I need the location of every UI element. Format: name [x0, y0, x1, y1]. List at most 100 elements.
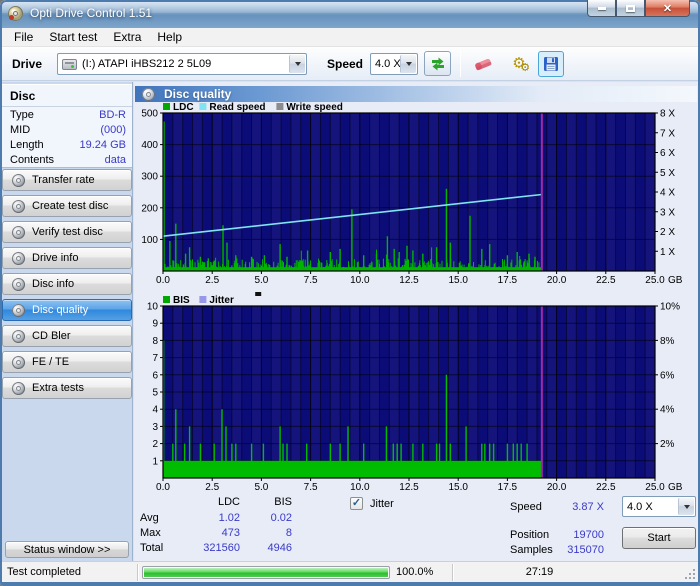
- sidebar-item-create-test-disc[interactable]: Create test disc: [2, 195, 132, 217]
- y-left-tick-label: 8: [152, 336, 158, 347]
- x-tick-label: 25.0: [645, 482, 665, 493]
- statusbar-separator: [452, 564, 454, 581]
- disc-contents-row: Contents data: [10, 154, 126, 168]
- speed-combobox-value: 4.0 X: [375, 58, 401, 70]
- chevron-down-icon: [405, 62, 412, 66]
- x-tick-label: 10.0: [350, 482, 370, 493]
- menu-item-help[interactable]: Help: [149, 28, 190, 46]
- disc-length-value: 19.24 GB: [79, 139, 126, 151]
- sidebar-item-label: Extra tests: [32, 382, 84, 394]
- jitter-checkbox[interactable]: ✓: [350, 497, 363, 510]
- quality-chart-bottom: BIS Jitter 0.0 2.5 5.0 7.5 10.0 12.5 15.0 17.5 20.…: [134, 288, 698, 494]
- speed-combobox-arrow[interactable]: [400, 55, 416, 73]
- legend-label: Read speed: [209, 102, 265, 113]
- speed-combobox[interactable]: 4.0 X: [370, 53, 418, 75]
- disc-quality-icon: [142, 87, 155, 101]
- x-tick-label: 2.5: [205, 275, 219, 286]
- x-tick-label: 7.5: [304, 482, 318, 493]
- erase-disc-button[interactable]: [468, 50, 498, 77]
- start-button[interactable]: Start: [622, 527, 696, 549]
- toolbar: Drive (I:) ATAPI iHBS212 2 5L09 Speed 4.…: [2, 47, 698, 81]
- speed-label: Speed: [327, 57, 364, 71]
- status-window-button[interactable]: Status window >>: [5, 541, 129, 558]
- y-right-tick-label: 10%: [660, 302, 680, 313]
- stats-avg-bis: 0.02: [270, 512, 292, 524]
- resize-grip[interactable]: [683, 567, 696, 580]
- menu-item-start-test[interactable]: Start test: [41, 28, 105, 46]
- position-value: 19700: [573, 529, 604, 541]
- y-right-tick-label: 8 X: [660, 109, 675, 120]
- x-tick-label: 5.0: [254, 482, 268, 493]
- stats-max-ldc: 473: [221, 527, 240, 539]
- sidebar-item-disc-quality[interactable]: Disc quality: [2, 299, 132, 321]
- legend-label: Jitter: [209, 295, 234, 306]
- x-tick-label: 17.5: [498, 275, 518, 286]
- y-right-tick-label: 2%: [660, 439, 675, 450]
- y-left-tick-label: 10: [147, 302, 159, 313]
- sidebar-item-disc-info[interactable]: Disc info: [2, 273, 132, 295]
- x-tick-label: 5.0: [254, 275, 268, 286]
- x-tick-label: 12.5: [399, 275, 419, 286]
- x-tick-label: 22.5: [596, 482, 616, 493]
- y-left-tick-label: 3: [152, 422, 158, 433]
- minimize-button[interactable]: [587, 0, 616, 17]
- status-message: Test completed: [7, 566, 81, 578]
- legend-label: BIS: [173, 295, 190, 306]
- checkmark-icon: ✓: [351, 496, 362, 509]
- y-left-tick-label: 7: [152, 353, 158, 364]
- progress-bar: [142, 566, 390, 579]
- stats-total-bis: 4946: [267, 542, 292, 554]
- x-tick-label: 20.0: [547, 482, 567, 493]
- x-tick-label: 22.5: [596, 275, 616, 286]
- drive-combobox-value: (I:) ATAPI iHBS212 2 5L09: [82, 58, 212, 70]
- menu-item-file[interactable]: File: [6, 28, 41, 46]
- statusbar: Test completed 100.0% 27:19: [2, 561, 698, 582]
- drive-combobox-arrow[interactable]: [289, 55, 305, 73]
- y-right-tick-label: 6 X: [660, 148, 675, 159]
- y-left-tick-label: 100: [141, 235, 158, 246]
- menu-item-extra[interactable]: Extra: [105, 28, 149, 46]
- y-right-tick-label: 7 X: [660, 128, 675, 139]
- sidebar-item-drive-info[interactable]: Drive info: [2, 247, 132, 269]
- sidebar-item-cd-bler[interactable]: CD Bler: [2, 325, 132, 347]
- sidebar-item-transfer-rate[interactable]: Transfer rate: [2, 169, 132, 191]
- stats-total-ldc: 321560: [203, 542, 240, 554]
- gears-icon: ⚙ ⚙: [512, 55, 531, 74]
- jitter-checkbox-label: Jitter: [370, 498, 394, 510]
- disc-type-label: Type: [10, 109, 34, 121]
- sidebar-item-extra-tests[interactable]: Extra tests: [2, 377, 132, 399]
- sidebar-item-fe-te[interactable]: FE / TE: [2, 351, 132, 373]
- disc-mid-row: MID (000): [10, 124, 126, 138]
- chevron-down-icon: [294, 62, 301, 66]
- chart-canvas: BIS Jitter 0.0 2.5 5.0 7.5 10.0 12.5 15.0 17.5 20.…: [147, 292, 683, 493]
- menubar: File Start test Extra Help: [2, 28, 698, 47]
- test-speed-arrow[interactable]: [678, 498, 694, 515]
- disc-icon: [12, 303, 25, 317]
- maximize-button[interactable]: [616, 0, 645, 17]
- test-speed-combobox[interactable]: 4.0 X: [622, 496, 696, 517]
- disc-contents-label: Contents: [10, 154, 55, 166]
- sidebar-item-label: Disc info: [32, 278, 75, 290]
- y-left-tick-label: 9: [152, 319, 158, 330]
- settings-button[interactable]: ⚙ ⚙: [504, 50, 534, 77]
- x-tick-label: 7.5: [304, 275, 318, 286]
- x-tick-label: 15.0: [448, 275, 468, 286]
- x-tick-label: 12.5: [399, 482, 419, 493]
- test-speed-value: 4.0 X: [627, 500, 653, 513]
- chevron-down-icon: [683, 504, 690, 509]
- save-button[interactable]: [538, 51, 564, 77]
- y-left-tick-label: 200: [141, 203, 158, 214]
- legend-label: Write speed: [286, 102, 343, 113]
- stats-panel: LDC BIS Avg 1.02 0.02 Max 473 8 Total 32…: [134, 494, 698, 564]
- drive-combobox[interactable]: (I:) ATAPI iHBS212 2 5L09: [57, 53, 307, 75]
- sidebar-item-verify-test-disc[interactable]: Verify test disc: [2, 221, 132, 243]
- close-button[interactable]: ✕: [645, 0, 690, 17]
- disc-icon: [12, 173, 25, 187]
- window-controls: ✕: [587, 0, 690, 17]
- refresh-drives-button[interactable]: [424, 51, 451, 76]
- stats-avg-ldc: 1.02: [218, 512, 240, 524]
- disc-contents-value: data: [104, 154, 126, 166]
- progress-percent: 100.0%: [396, 566, 434, 578]
- x-axis-unit: GB: [668, 275, 683, 286]
- sidebar-item-label: Transfer rate: [32, 174, 95, 186]
